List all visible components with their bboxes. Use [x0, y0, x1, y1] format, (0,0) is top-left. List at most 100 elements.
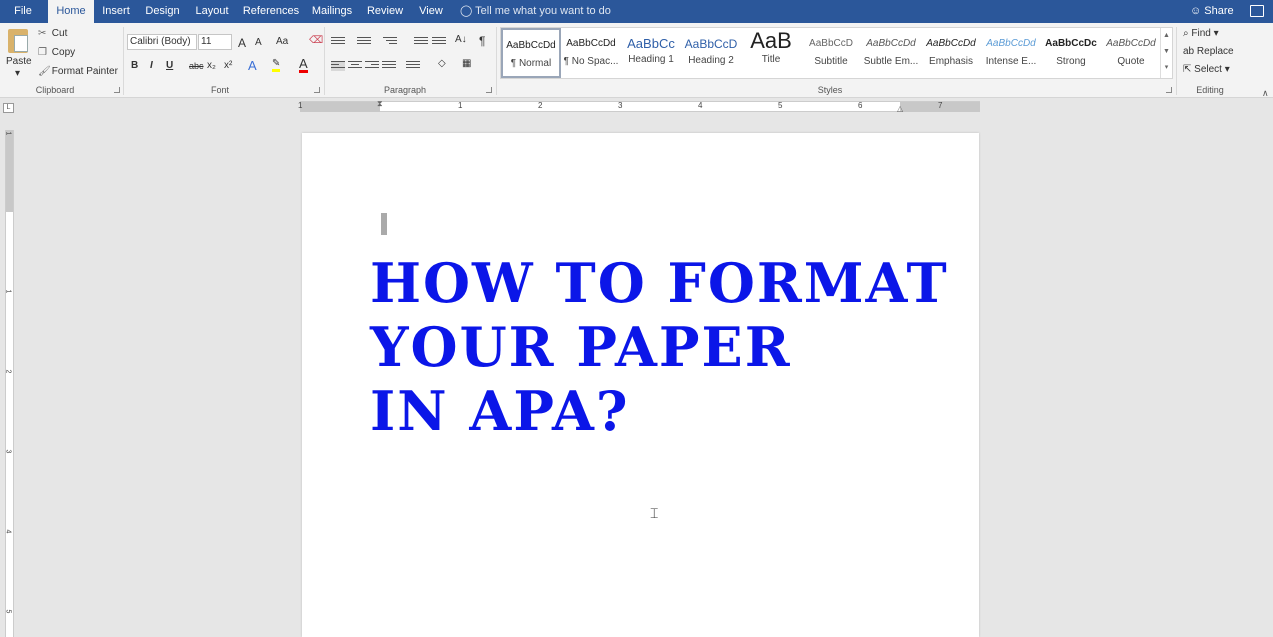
style-subtle-emphasis[interactable]: AaBbCcDd Subtle Em... — [861, 28, 921, 78]
underline-button[interactable]: U — [166, 60, 173, 71]
font-color-icon[interactable]: A — [299, 57, 308, 73]
sort-icon[interactable]: A↓ — [455, 34, 467, 45]
numbering-icon[interactable] — [357, 37, 371, 47]
bullets-icon[interactable] — [331, 37, 345, 47]
title-line: How to format — [370, 251, 949, 315]
font-size-select[interactable]: 11 — [198, 34, 232, 50]
tab-file[interactable]: File — [0, 0, 46, 23]
italic-button[interactable]: I — [150, 60, 153, 71]
style-sample: AaB — [750, 28, 792, 53]
styles-launcher-icon[interactable] — [1166, 87, 1172, 93]
replace-icon: ab — [1183, 46, 1195, 57]
tell-me-box[interactable]: ◯ Tell me what you want to do — [460, 0, 611, 23]
style-subtitle[interactable]: AaBbCcD Subtitle — [801, 28, 861, 78]
document-page[interactable]: How to format your paper in APA? ⌶ — [302, 133, 979, 637]
tab-mailings[interactable]: Mailings — [306, 0, 358, 23]
bold-button[interactable]: B — [131, 60, 138, 71]
increase-indent-icon[interactable] — [432, 37, 446, 47]
paragraph-launcher-icon[interactable] — [486, 87, 492, 93]
group-divider — [123, 27, 124, 95]
style-heading-1[interactable]: AaBbCc Heading 1 — [621, 28, 681, 78]
paragraph-group-label: Paragraph — [383, 85, 427, 95]
cut-button[interactable]: ✂ Cut — [38, 28, 67, 39]
decrease-indent-icon[interactable] — [414, 37, 428, 47]
style-strong[interactable]: AaBbCcDc Strong — [1041, 28, 1101, 78]
right-indent-marker-icon[interactable]: △ — [897, 104, 903, 113]
style-normal[interactable]: AaBbCcDd ¶ Normal — [501, 28, 561, 78]
indent-marker-icon[interactable]: ⧗ — [377, 99, 383, 109]
comments-icon[interactable] — [1250, 5, 1264, 17]
search-icon: ⌕ — [1183, 28, 1189, 39]
scroll-up-icon[interactable]: ▲ — [1161, 28, 1172, 44]
change-case-button[interactable]: Aa — [276, 36, 288, 47]
find-button[interactable]: ⌕ Find ▾ — [1183, 28, 1219, 39]
ruler-number: 3 — [618, 101, 623, 110]
document-title[interactable]: How to format your paper in APA? — [370, 251, 976, 443]
style-emphasis[interactable]: AaBbCcDd Emphasis — [921, 28, 981, 78]
title-line: your paper — [370, 315, 792, 379]
borders-icon[interactable]: ▦ — [462, 58, 471, 69]
tab-insert[interactable]: Insert — [97, 0, 135, 23]
styles-gallery-scroll[interactable]: ▲ ▼ ▾ — [1160, 28, 1172, 78]
tab-review[interactable]: Review — [362, 0, 408, 23]
strikethrough-button[interactable]: abc — [189, 61, 204, 71]
ruler-number: 6 — [858, 101, 863, 110]
format-painter-label: Format Painter — [51, 66, 118, 77]
scissors-icon: ✂ — [38, 28, 47, 39]
multilevel-list-icon[interactable] — [383, 37, 397, 47]
align-right-icon[interactable] — [365, 61, 379, 71]
clear-formatting-icon[interactable]: ⌫ — [309, 35, 323, 46]
paste-dropdown-icon[interactable]: ▾ — [15, 68, 20, 79]
ruler-number: 2 — [4, 369, 12, 374]
paste-button[interactable]: Paste — [6, 56, 32, 67]
style-heading-2[interactable]: AaBbCcD Heading 2 — [681, 28, 741, 78]
tab-design[interactable]: Design — [140, 0, 185, 23]
font-name-select[interactable]: Calibri (Body) — [127, 34, 197, 50]
style-intense-emphasis[interactable]: AaBbCcDd Intense E... — [981, 28, 1041, 78]
paste-icon[interactable] — [8, 29, 28, 53]
style-quote[interactable]: AaBbCcDd Quote — [1101, 28, 1161, 78]
line-spacing-icon[interactable] — [406, 61, 420, 71]
style-title[interactable]: AaB Title — [741, 28, 801, 78]
ruler-number: 7 — [938, 101, 943, 110]
ruler-number: 5 — [4, 609, 12, 614]
align-left-icon[interactable] — [331, 61, 345, 71]
style-no-spacing[interactable]: AaBbCcDd ¶ No Spac... — [561, 28, 621, 78]
font-launcher-icon[interactable] — [314, 87, 320, 93]
text-effects-icon[interactable]: A — [248, 58, 257, 73]
highlight-icon[interactable]: ✎ — [272, 58, 281, 72]
justify-icon[interactable] — [382, 61, 396, 71]
ruler-number: 1 — [298, 101, 303, 110]
style-sample: AaBbCcD — [809, 38, 853, 49]
format-painter-button[interactable]: 🖌 Format Painter — [38, 66, 118, 77]
clipboard-launcher-icon[interactable] — [114, 87, 120, 93]
align-center-icon[interactable] — [348, 61, 362, 71]
scroll-down-icon[interactable]: ▼ — [1161, 44, 1172, 60]
copy-button[interactable]: ❐ Copy — [38, 47, 75, 58]
tab-home[interactable]: Home — [48, 0, 94, 23]
superscript-button[interactable]: x² — [224, 60, 232, 71]
collapse-ribbon-icon[interactable]: ∧ — [1262, 88, 1269, 99]
shading-icon[interactable]: ◇ — [438, 58, 446, 69]
tab-view[interactable]: View — [412, 0, 450, 23]
replace-button[interactable]: ab Replace — [1183, 46, 1234, 57]
share-button[interactable]: ☺ Share — [1190, 0, 1234, 23]
ruler-number: 4 — [698, 101, 703, 110]
more-styles-icon[interactable]: ▾ — [1161, 60, 1172, 76]
shrink-font-button[interactable]: A — [255, 37, 262, 48]
style-name: Heading 1 — [628, 54, 674, 65]
tab-references[interactable]: References — [240, 0, 302, 23]
ribbon-home: Paste ▾ ✂ Cut ❐ Copy 🖌 Format Painter Cl… — [0, 23, 1273, 98]
tab-selector[interactable]: L — [3, 103, 14, 113]
ruler-number: 1 — [458, 101, 463, 110]
horizontal-ruler[interactable]: 1 1 2 3 4 5 6 7 ⧗ △ — [298, 99, 980, 113]
select-button[interactable]: ⇱ Select ▾ — [1183, 64, 1230, 75]
ruler-number: 1 — [4, 131, 12, 136]
vertical-ruler[interactable]: 1 1 2 3 4 5 — [4, 130, 14, 637]
tab-layout[interactable]: Layout — [190, 0, 234, 23]
ruler-number: 5 — [778, 101, 783, 110]
grow-font-button[interactable]: A — [238, 36, 246, 50]
show-formatting-icon[interactable]: ¶ — [479, 34, 485, 48]
paragraph-marker — [381, 213, 387, 235]
subscript-button[interactable]: x₂ — [207, 60, 216, 71]
